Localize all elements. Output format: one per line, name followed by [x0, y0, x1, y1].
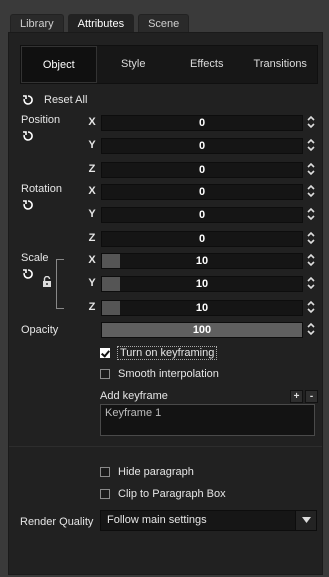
rotation-reset-icon[interactable]: [22, 199, 34, 211]
smooth-interpolation-checkbox[interactable]: [100, 369, 110, 379]
tab-library[interactable]: Library: [10, 14, 64, 33]
scale-x-axis-label: X: [88, 254, 96, 266]
tab-attributes[interactable]: Attributes: [67, 14, 135, 33]
opacity-slider[interactable]: 100: [101, 322, 303, 338]
render-quality-label: Render Quality: [20, 516, 94, 528]
position-x-stepper[interactable]: [306, 115, 316, 129]
rotation-x-field[interactable]: 0: [101, 184, 303, 200]
hide-paragraph-checkbox[interactable]: [100, 467, 110, 477]
clip-paragraph-row[interactable]: Clip to Paragraph Box: [100, 487, 226, 501]
position-y-stepper[interactable]: [306, 138, 316, 152]
scale-y-stepper[interactable]: [306, 276, 316, 290]
add-keyframe-header: Add keyframe + -: [100, 389, 318, 405]
position-z-stepper[interactable]: [306, 162, 316, 176]
remove-keyframe-button[interactable]: -: [305, 390, 318, 403]
scale-reset-icon[interactable]: [22, 268, 34, 280]
reset-icon: [22, 94, 34, 106]
position-z-axis-label: Z: [88, 163, 96, 175]
scale-z-stepper[interactable]: [306, 300, 316, 314]
subtab-object[interactable]: Object: [21, 46, 97, 83]
scale-z-field[interactable]: 10: [101, 300, 303, 316]
hide-paragraph-row[interactable]: Hide paragraph: [100, 465, 194, 479]
opacity-stepper[interactable]: [306, 322, 316, 336]
position-reset-icon[interactable]: [22, 130, 34, 142]
attributes-panel: Object Style Effects Transitions Reset A…: [8, 32, 323, 575]
keyframe-list[interactable]: Keyframe 1: [100, 404, 315, 436]
subtab-style[interactable]: Style: [97, 46, 171, 83]
scale-link-bracket: [56, 259, 64, 309]
clip-paragraph-checkbox[interactable]: [100, 489, 110, 499]
section-divider: [9, 446, 322, 447]
tab-scene[interactable]: Scene: [138, 14, 190, 33]
clip-paragraph-label: Clip to Paragraph Box: [118, 488, 226, 500]
keyframing-checkbox[interactable]: [100, 348, 110, 358]
position-y-axis-label: Y: [88, 139, 96, 151]
opacity-label: Opacity: [21, 324, 59, 336]
top-tab-bar: Library Attributes Scene: [10, 14, 193, 33]
rotation-z-stepper[interactable]: [306, 231, 316, 245]
rotation-y-field[interactable]: 0: [101, 207, 303, 223]
scale-x-stepper[interactable]: [306, 253, 316, 267]
position-x-axis-label: X: [88, 116, 96, 128]
add-keyframe-button[interactable]: +: [290, 390, 303, 403]
render-quality-select[interactable]: Follow main settings: [100, 510, 317, 531]
rotation-y-axis-label: Y: [88, 208, 96, 220]
subtab-bar: Object Style Effects Transitions: [20, 45, 318, 84]
reset-all-button[interactable]: Reset All: [22, 93, 87, 107]
hide-paragraph-label: Hide paragraph: [118, 466, 194, 478]
keyframing-checkbox-row[interactable]: Turn on keyframing: [100, 346, 218, 360]
chevron-down-icon[interactable]: [295, 511, 316, 530]
subtab-effects[interactable]: Effects: [170, 46, 244, 83]
scale-z-axis-label: Z: [88, 301, 96, 313]
position-y-field[interactable]: 0: [101, 138, 303, 154]
scale-x-field[interactable]: 10: [101, 253, 303, 269]
reset-all-label: Reset All: [44, 94, 88, 106]
smooth-interpolation-row[interactable]: Smooth interpolation: [100, 367, 219, 381]
scale-y-axis-label: Y: [88, 277, 96, 289]
rotation-x-stepper[interactable]: [306, 184, 316, 198]
list-item[interactable]: Keyframe 1: [105, 407, 161, 419]
position-label: Position: [21, 114, 61, 126]
rotation-z-axis-label: Z: [88, 232, 96, 244]
render-quality-value: Follow main settings: [107, 514, 207, 526]
position-x-field[interactable]: 0: [101, 115, 303, 131]
position-z-field[interactable]: 0: [101, 162, 303, 178]
scale-y-field[interactable]: 10: [101, 276, 303, 292]
rotation-label: Rotation: [21, 183, 62, 195]
keyframing-label: Turn on keyframing: [116, 346, 218, 360]
add-keyframe-label: Add keyframe: [100, 390, 168, 402]
scale-label: Scale: [21, 252, 49, 264]
lock-icon[interactable]: [42, 275, 52, 288]
rotation-y-stepper[interactable]: [306, 207, 316, 221]
smooth-interpolation-label: Smooth interpolation: [118, 368, 219, 380]
subtab-transitions[interactable]: Transitions: [244, 46, 318, 83]
rotation-z-field[interactable]: 0: [101, 231, 303, 247]
rotation-x-axis-label: X: [88, 185, 96, 197]
